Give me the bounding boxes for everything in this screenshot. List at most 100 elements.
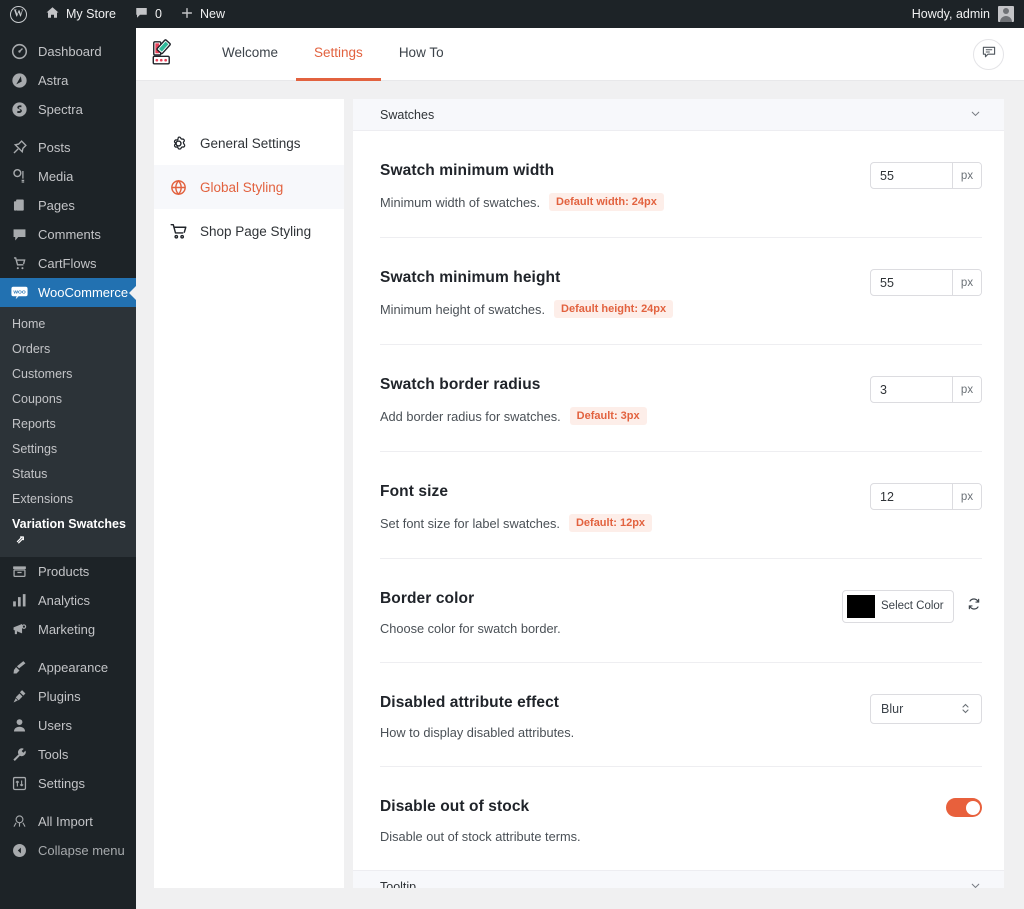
swatch-border-radius-field[interactable]: px	[870, 376, 982, 403]
sidebar-item-settings[interactable]: Settings	[0, 769, 136, 798]
sidebar-item-comments[interactable]: Comments	[0, 220, 136, 249]
settings-icon	[9, 774, 29, 794]
submenu-item-settings[interactable]: Settings	[0, 437, 136, 462]
sidebar-item-media[interactable]: Media	[0, 162, 136, 191]
submenu-item-coupons[interactable]: Coupons	[0, 387, 136, 412]
settings-nav-shop-page-styling[interactable]: Shop Page Styling	[154, 209, 344, 253]
sidebar-item-tools[interactable]: Tools	[0, 740, 136, 769]
menu-spacer-top	[0, 28, 136, 37]
sidebar-label: Pages	[38, 197, 75, 213]
chevron-down-icon[interactable]	[969, 879, 982, 889]
settings-panel: Swatches Swatch minimum width Minimum wi…	[353, 99, 1004, 888]
sidebar-item-cartflows[interactable]: CartFlows	[0, 249, 136, 278]
color-swatch-preview[interactable]	[847, 595, 875, 618]
setting-text: Disable out of stock Disable out of stoc…	[380, 796, 946, 844]
gear-icon	[168, 133, 188, 153]
menu-spacer	[0, 798, 136, 807]
font-size-field[interactable]: px	[870, 483, 982, 510]
font-size-input[interactable]	[871, 484, 952, 509]
tab-settings[interactable]: Settings	[296, 28, 381, 81]
plugin-header-actions	[973, 38, 1004, 70]
sidebar-item-analytics[interactable]: Analytics	[0, 586, 136, 615]
megaphone-icon	[9, 620, 29, 640]
sidebar-item-woocommerce[interactable]: WOO WooCommerce	[0, 278, 136, 307]
settings-sidebar-nav[interactable]: General Settings Global Styling Shop Pag…	[154, 99, 344, 888]
sidebar-item-plugins[interactable]: Plugins	[0, 682, 136, 711]
swatch-min-width-field[interactable]: px	[870, 162, 982, 189]
cart-icon	[168, 221, 188, 241]
howdy-label: Howdy, admin	[911, 7, 990, 21]
submenu-item-reports[interactable]: Reports	[0, 412, 136, 437]
disable-out-of-stock-toggle[interactable]	[946, 798, 982, 817]
swatch-min-height-input[interactable]	[871, 270, 952, 295]
chevron-updown-icon[interactable]	[960, 701, 971, 717]
setting-control: px	[870, 481, 982, 510]
setting-text: Swatch border radius Add border radius f…	[380, 374, 870, 425]
default-value-badge: Default width: 24px	[549, 193, 664, 211]
submenu-item-home[interactable]: Home	[0, 312, 136, 337]
setting-desc-text: Set font size for label swatches.	[380, 515, 560, 531]
sidebar-item-pages[interactable]: Pages	[0, 191, 136, 220]
sidebar-item-appearance[interactable]: Appearance	[0, 653, 136, 682]
setting-description: Minimum height of swatches. Default heig…	[380, 300, 870, 318]
new-content-menu-item[interactable]: New	[171, 0, 234, 28]
dashboard-icon	[9, 42, 29, 62]
submenu-item-orders[interactable]: Orders	[0, 337, 136, 362]
my-account-menu-item[interactable]: Howdy, admin	[912, 6, 1024, 22]
setting-desc-text: Minimum height of swatches.	[380, 301, 546, 317]
wp-admin-sidebar-menu[interactable]: Dashboard Astra Spectra Posts Media Page…	[0, 28, 136, 909]
border-color-picker[interactable]: Select Color	[842, 590, 954, 623]
sidebar-label: Tools	[38, 746, 69, 762]
new-label: New	[199, 7, 225, 21]
sidebar-item-marketing[interactable]: Marketing	[0, 615, 136, 644]
unit-label: px	[952, 377, 981, 402]
accordion-header-tooltip[interactable]: Tooltip	[353, 870, 1004, 888]
settings-nav-label: General Settings	[200, 135, 301, 151]
sidebar-item-posts[interactable]: Posts	[0, 133, 136, 162]
sidebar-item-spectra[interactable]: Spectra	[0, 95, 136, 124]
sidebar-label: Media	[38, 168, 74, 184]
sidebar-item-products[interactable]: Products	[0, 557, 136, 586]
default-value-badge: Default height: 24px	[554, 300, 674, 318]
swatch-min-height-field[interactable]: px	[870, 269, 982, 296]
reset-color-button[interactable]	[966, 596, 982, 617]
settings-nav-general-settings[interactable]: General Settings	[154, 121, 344, 165]
woocommerce-submenu[interactable]: Home Orders Customers Coupons Reports Se…	[0, 307, 136, 558]
wp-logo-menu-item[interactable]	[0, 0, 36, 28]
setting-row-border-color: Border color Choose color for swatch bor…	[380, 559, 982, 663]
comments-count: 0	[155, 7, 162, 21]
chevron-down-icon[interactable]	[969, 107, 982, 123]
disabled-attribute-effect-select[interactable]: Blur	[870, 694, 982, 724]
collapse-menu-button[interactable]: Collapse menu	[0, 836, 136, 865]
tab-how-to[interactable]: How To	[381, 28, 462, 81]
swatch-border-radius-input[interactable]	[871, 377, 952, 402]
plugin-tabs[interactable]: Welcome Settings How To	[204, 28, 462, 81]
sidebar-item-all-import[interactable]: All Import	[0, 807, 136, 836]
sidebar-item-users[interactable]: Users	[0, 711, 136, 740]
accordion-header-swatches[interactable]: Swatches	[353, 99, 1004, 131]
sidebar-item-dashboard[interactable]: Dashboard	[0, 37, 136, 66]
tab-welcome[interactable]: Welcome	[204, 28, 296, 81]
setting-description: How to display disabled attributes.	[380, 725, 870, 740]
submenu-item-status[interactable]: Status	[0, 462, 136, 487]
submenu-item-extensions[interactable]: Extensions	[0, 487, 136, 512]
sidebar-item-astra[interactable]: Astra	[0, 66, 136, 95]
swatch-min-width-input[interactable]	[871, 163, 952, 188]
submenu-item-variation-swatches[interactable]: Variation Swatches ⇗	[0, 512, 136, 552]
site-name-menu-item[interactable]: My Store	[36, 0, 125, 28]
feedback-button[interactable]	[973, 38, 1004, 70]
setting-text: Disabled attribute effect How to display…	[380, 692, 870, 740]
comments-bubble[interactable]: 0	[125, 0, 171, 28]
sidebar-label: Appearance	[38, 659, 109, 675]
setting-title: Font size	[380, 483, 449, 500]
setting-control: Blur	[870, 692, 982, 724]
setting-desc-text: Choose color for swatch border.	[380, 621, 561, 636]
spectra-icon	[9, 100, 29, 120]
site-name-label: My Store	[66, 7, 117, 21]
sidebar-label: Users	[38, 717, 72, 733]
settings-nav-global-styling[interactable]: Global Styling	[154, 165, 344, 209]
submenu-item-customers[interactable]: Customers	[0, 362, 136, 387]
user-icon	[9, 716, 29, 736]
avatar	[998, 6, 1014, 22]
setting-row-font-size: Font size Set font size for label swatch…	[380, 452, 982, 559]
